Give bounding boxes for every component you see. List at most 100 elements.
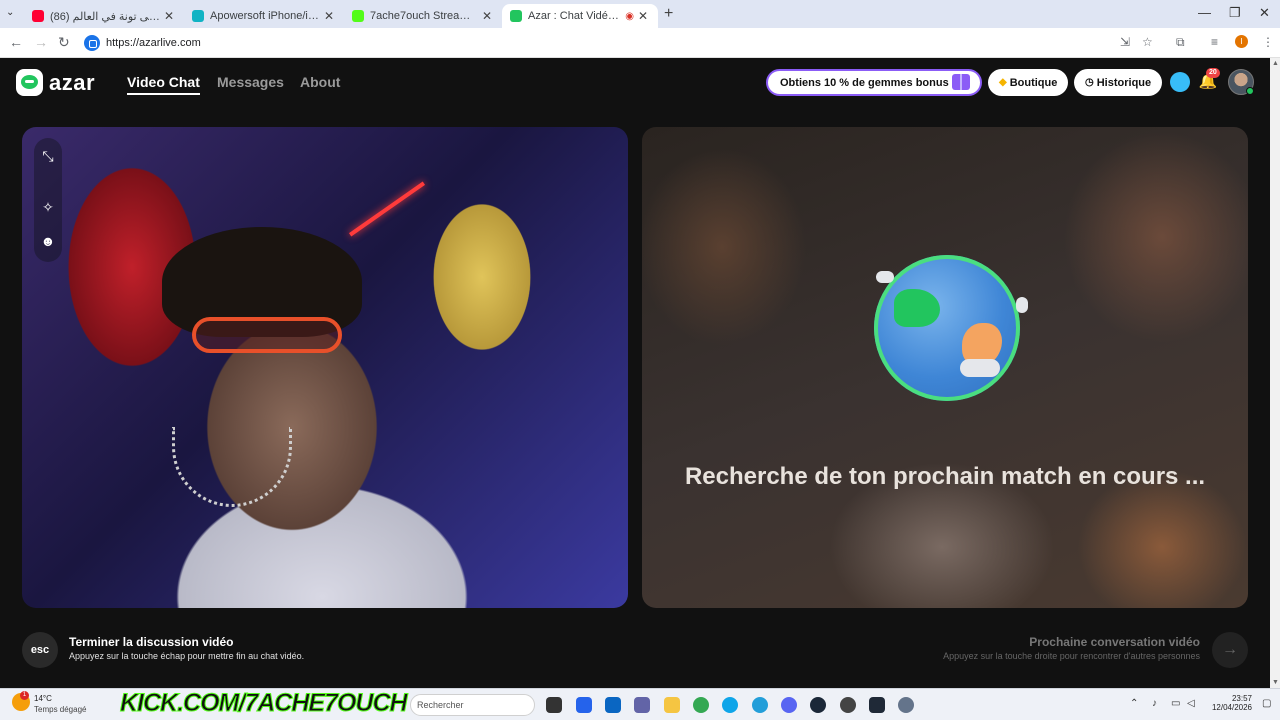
back-icon[interactable]: ← (9, 34, 23, 50)
close-tab-icon[interactable]: ✕ (164, 9, 176, 23)
task-view-icon[interactable] (546, 697, 562, 713)
taskbar-search-input[interactable]: Rechercher (410, 694, 535, 716)
discord-icon[interactable] (781, 697, 797, 713)
tab-title: 7ache7ouch Stream - Watch Live (370, 10, 478, 22)
extensions-icon[interactable]: ⧉ (1176, 35, 1185, 50)
end-chat-title: Terminer la discussion vidéo (69, 635, 234, 649)
bookmark-star-icon[interactable]: ☆ (1142, 35, 1153, 49)
settings-gear-icon[interactable] (898, 697, 914, 713)
file-explorer-icon[interactable] (664, 697, 680, 713)
neon-light (348, 181, 426, 237)
apowersoft-favicon-icon (192, 10, 204, 22)
tab-kick[interactable]: 7ache7ouch Stream - Watch Live ✕ (344, 4, 502, 28)
next-chat-arrow-button[interactable]: → (1212, 632, 1248, 668)
profile-avatar-icon[interactable]: I (1235, 35, 1248, 48)
scroll-up-arrow-icon[interactable]: ▲ (1272, 60, 1279, 67)
shrink-view-icon[interactable]: ⤡ (39, 147, 57, 165)
reload-icon[interactable]: ↻ (58, 34, 70, 51)
url-field[interactable]: https://azarlive.com (82, 32, 1162, 54)
forward-icon[interactable]: → (34, 34, 48, 50)
azar-app: azar Video Chat Messages About Obtiens 1… (0, 58, 1270, 688)
globe-cloud (1016, 297, 1028, 313)
next-chat-subtitle: Appuyez sur la touche droite pour rencon… (943, 651, 1200, 661)
weather-description: Temps dégagé (34, 705, 87, 714)
globe-icon (874, 255, 1020, 401)
notifications-bell-icon[interactable]: ▢ (1262, 698, 1271, 709)
chrome-icon[interactable] (693, 697, 709, 713)
azar-logo-icon (16, 69, 43, 96)
clock-icon: ◷ (1085, 77, 1094, 88)
steam-icon[interactable] (810, 697, 826, 713)
gem-bonus-promo-button[interactable]: Obtiens 10 % de gemmes bonus ! (766, 69, 982, 96)
face-sticker-icon[interactable]: ☻ (39, 232, 57, 250)
recording-icon: ◉ (625, 10, 634, 22)
history-button[interactable]: ◷ Historique (1074, 69, 1163, 96)
url-text: https://azarlive.com (106, 37, 201, 49)
address-bar: ← → ↻ https://azarlive.com ⇲ ☆ ⧉ ≡ ⋮ (0, 28, 1280, 58)
end-chat-esc-button[interactable]: esc (22, 632, 58, 668)
azar-favicon-icon (510, 10, 522, 22)
minimize-icon[interactable]: — (1198, 5, 1211, 20)
tab-apowersoft[interactable]: Apowersoft iPhone/iPad Recorder ✕ (184, 4, 344, 28)
person-chain (172, 427, 292, 507)
close-window-icon[interactable]: ✕ (1259, 5, 1270, 21)
tab-youtube[interactable]: (86) جربت أغلى تونة في العالم... ✕ (24, 4, 184, 28)
telegram-icon[interactable] (752, 697, 768, 713)
kick-studio-icon[interactable] (869, 697, 885, 713)
scroll-down-arrow-icon[interactable]: ▼ (1272, 679, 1279, 686)
volume-icon[interactable]: ◁ (1187, 698, 1195, 709)
nav-messages[interactable]: Messages (217, 74, 284, 90)
promo-label: Obtiens 10 % de gemmes bonus ! (780, 76, 956, 89)
kick-favicon-icon (352, 10, 364, 22)
logo-text: azar (49, 69, 96, 95)
teams-icon[interactable] (634, 697, 650, 713)
shop-button[interactable]: ◆ Boutique (988, 69, 1069, 96)
magic-wand-effects-icon[interactable]: ✧ (39, 198, 57, 216)
clock-date: 12/04/2026 (1211, 703, 1252, 712)
site-info-icon[interactable] (84, 35, 100, 51)
maximize-icon[interactable]: ❐ (1229, 5, 1241, 21)
end-chat-subtitle: Appuyez sur la touche échap pour mettre … (69, 651, 305, 661)
tray-chevron-icon[interactable]: ⌃ (1130, 698, 1138, 709)
gift-icon (952, 74, 970, 90)
outlook-icon[interactable] (605, 697, 621, 713)
close-tab-icon[interactable]: ✕ (324, 9, 336, 23)
store-icon[interactable] (576, 697, 592, 713)
next-chat-title: Prochaine conversation vidéo (1029, 635, 1200, 649)
matching-status-text: Recherche de ton prochain match en cours… (684, 463, 1206, 490)
close-tab-icon[interactable]: ✕ (482, 9, 494, 23)
install-app-icon[interactable]: ⇲ (1120, 35, 1130, 49)
tab-title: Azar : Chat Vidéo avec de nouveaux (528, 10, 622, 22)
tab-title: Apowersoft iPhone/iPad Recorder (210, 10, 320, 22)
edge-icon[interactable] (722, 697, 738, 713)
local-video-feed (22, 127, 628, 608)
chat-bubble-icon[interactable] (1170, 72, 1190, 92)
weather-alert-badge: 1 (20, 691, 29, 700)
windows-taskbar: 1 14°C Temps dégagé KICK.COM/7ACHE7OUCH … (0, 688, 1280, 720)
azar-logo[interactable]: azar (16, 69, 95, 96)
system-clock[interactable]: 23:57 12/04/2026 (1210, 694, 1252, 712)
media-control-icon[interactable]: ≡ (1211, 35, 1218, 49)
history-label: Historique (1096, 76, 1152, 89)
notification-count-badge: 20 (1206, 68, 1220, 78)
browser-tab-bar: ⌄ (86) جربت أغلى تونة في العالم... ✕ Apo… (0, 0, 1280, 28)
nav-video-chat[interactable]: Video Chat (127, 74, 200, 95)
online-status-dot (1246, 87, 1254, 95)
menu-kebab-icon[interactable]: ⋮ (1262, 35, 1274, 49)
tab-title: (86) جربت أغلى تونة في العالم... (50, 10, 160, 23)
page-scrollbar[interactable]: ▲ ▼ (1270, 58, 1280, 688)
globe-cloud (960, 359, 1000, 377)
globe-cloud (876, 271, 894, 283)
new-tab-button[interactable]: + (664, 5, 673, 23)
remote-video-feed: Recherche de ton prochain match en cours… (642, 127, 1248, 608)
tab-azar[interactable]: Azar : Chat Vidéo avec de nouveaux ◉ ✕ (502, 4, 658, 28)
youtube-favicon-icon (32, 10, 44, 22)
temperature: 14°C (34, 694, 52, 703)
network-icon[interactable]: ▭ (1171, 698, 1180, 709)
tab-search-chevron-icon[interactable]: ⌄ (6, 7, 14, 18)
person-sunglasses (192, 317, 342, 353)
nav-about[interactable]: About (300, 74, 340, 90)
close-tab-icon[interactable]: ✕ (638, 9, 650, 23)
microphone-icon[interactable]: ♪ (1152, 698, 1157, 709)
obs-icon[interactable] (840, 697, 856, 713)
